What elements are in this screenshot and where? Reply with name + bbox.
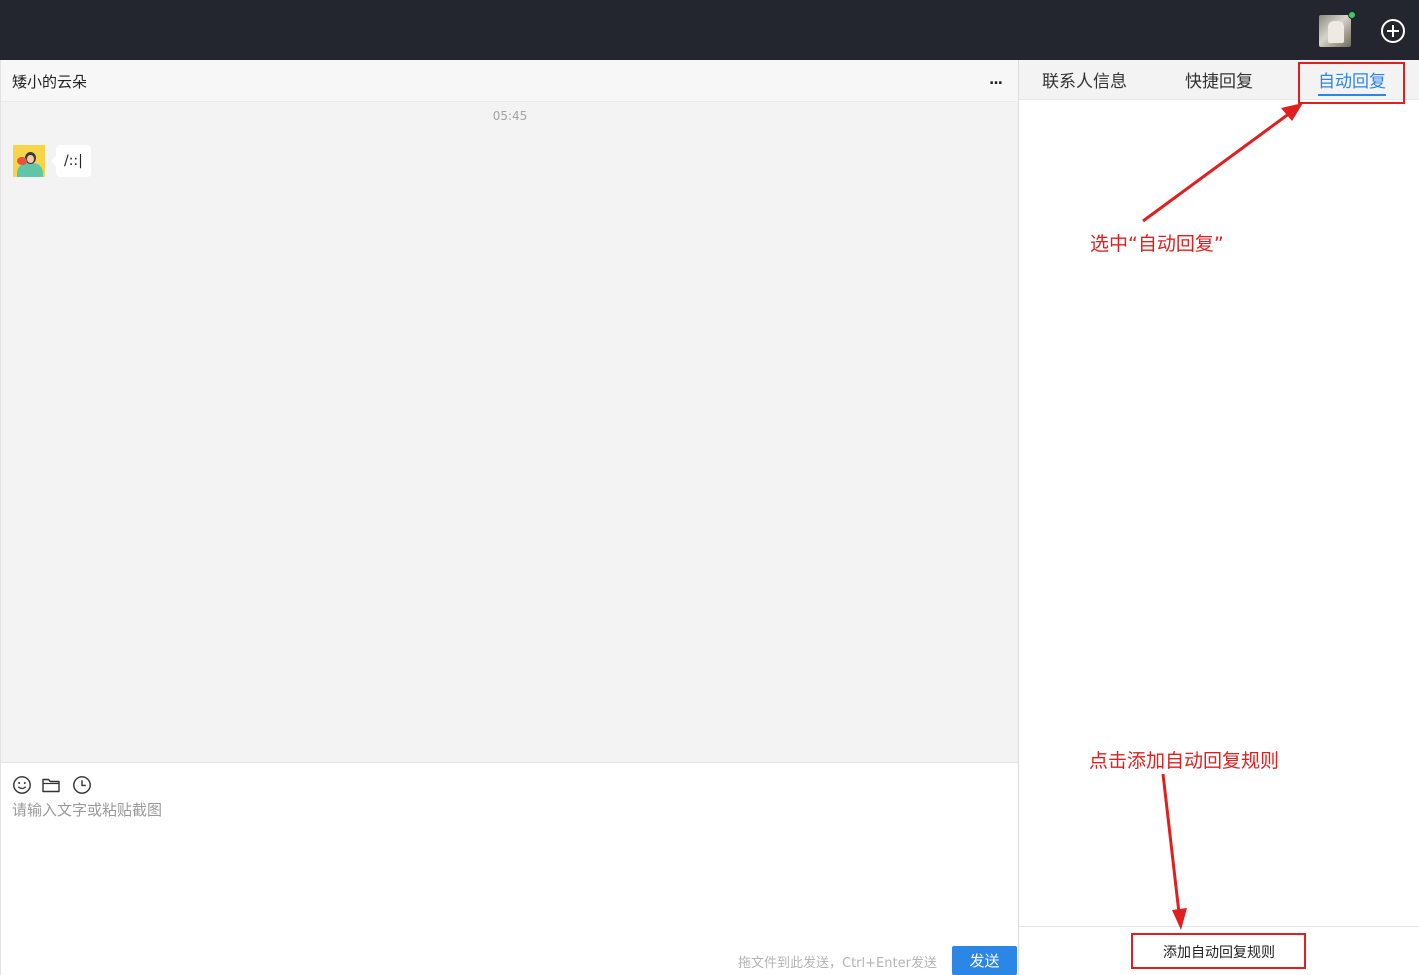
annotation-click-add: 点击添加自动回复规则 <box>1089 750 1280 772</box>
online-status-dot <box>1348 11 1356 19</box>
annotation-select-tab: 选中“自动回复” <box>1090 233 1224 255</box>
folder-icon[interactable] <box>41 775 61 795</box>
chat-title: 矮小的云朵 <box>12 73 88 91</box>
user-avatar[interactable] <box>1319 15 1351 47</box>
plus-circle-icon[interactable] <box>1380 18 1406 44</box>
clock-icon[interactable] <box>72 775 92 795</box>
message-bubble: /::| <box>51 145 91 177</box>
message-input[interactable] <box>12 799 1002 929</box>
contact-avatar[interactable] <box>13 145 45 177</box>
emoji-icon[interactable] <box>12 775 32 795</box>
message-composer: 拖文件到此发送，Ctrl+Enter发送 发送 <box>0 762 1018 975</box>
top-bar <box>0 0 1419 60</box>
chat-area: 矮小的云朵 ... 05:45 /::| <box>0 60 1019 762</box>
chat-header: 矮小的云朵 ... <box>1 60 1019 102</box>
tab-contact-info[interactable]: 联系人信息 <box>1042 67 1127 94</box>
send-hint: 拖文件到此发送，Ctrl+Enter发送 <box>738 956 937 971</box>
more-button[interactable]: ... <box>989 72 1003 88</box>
message-timestamp: 05:45 <box>492 109 528 123</box>
send-button[interactable]: 发送 <box>952 946 1017 975</box>
side-panel: 联系人信息 快捷回复 自动回复 添加自动回复规则 <box>1018 60 1419 975</box>
highlight-box-add-rule-button <box>1131 933 1306 969</box>
highlight-box-auto-reply-tab <box>1298 62 1405 104</box>
tab-quick-reply[interactable]: 快捷回复 <box>1185 67 1253 94</box>
